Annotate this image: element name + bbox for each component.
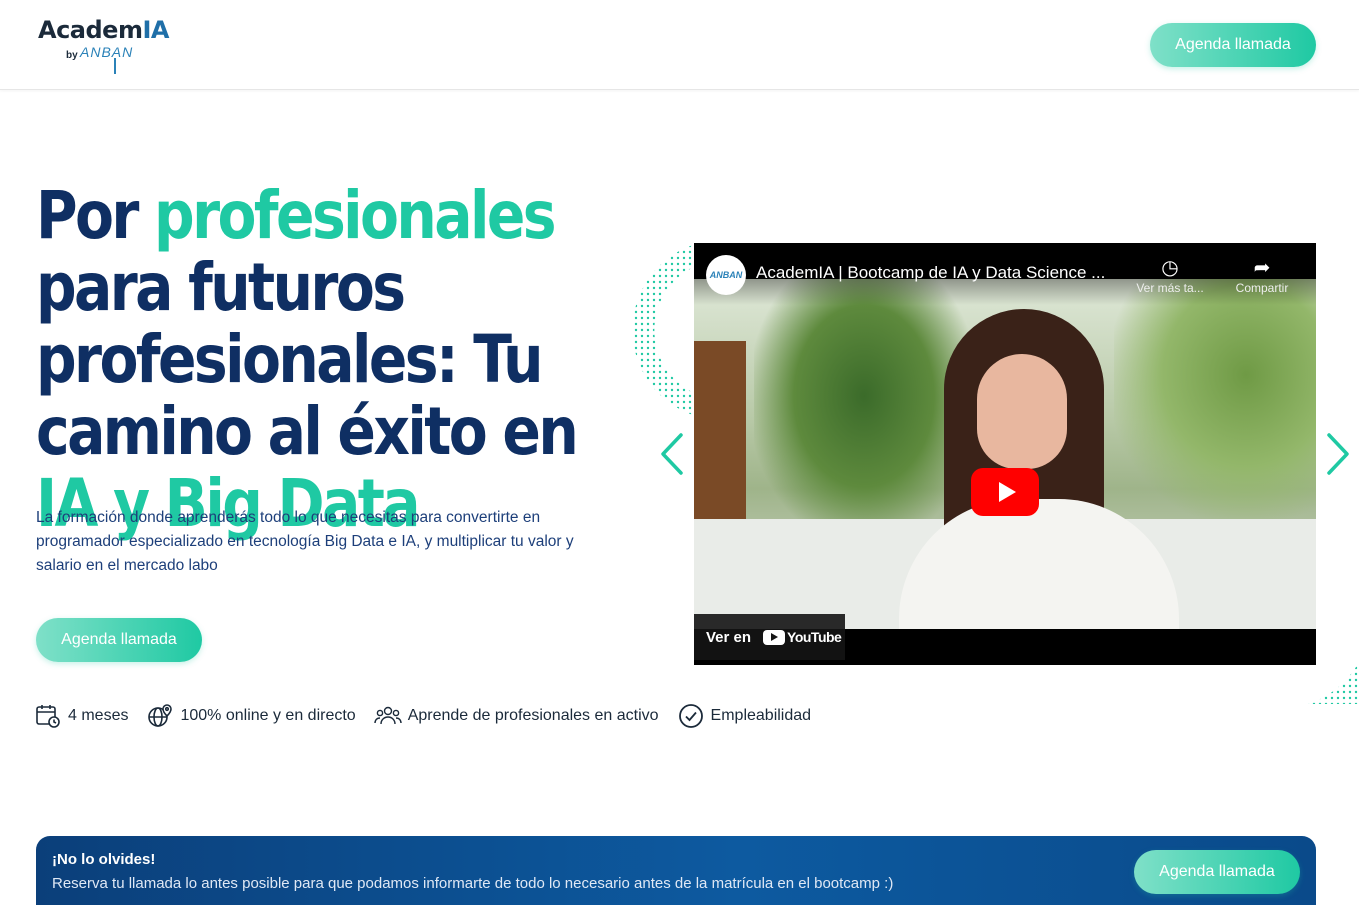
feature-label: 100% online y en directo [180,707,356,724]
feature-professionals: Aprende de profesionales en activo [374,702,659,730]
calendar-clock-icon [34,702,62,730]
feature-duration: 4 meses [34,702,128,730]
thumbnail-tree [754,279,974,539]
thumbnail-door [694,341,746,521]
hero-agenda-llamada-button[interactable]: Agenda llamada [36,618,202,662]
header-agenda-llamada-button[interactable]: Agenda llamada [1150,23,1316,67]
banner-title: ¡No lo olvides! [52,851,156,868]
channel-avatar[interactable]: ANBAN [706,255,746,295]
watch-on-label: Ver en [706,628,752,646]
watch-on-youtube-button[interactable]: Ver en YouTube [694,614,845,660]
academia-logo[interactable]: AcademIA by ANBAN [36,14,176,76]
watch-later-button[interactable]: ◷ Ver más ta... [1130,257,1210,295]
logo-anban: ANBAN [80,44,134,60]
globe-pin-icon [146,702,174,730]
feature-label: Empleabilidad [710,707,812,724]
banner-text: Reserva tu llamada lo antes posible para… [52,875,894,892]
logo-wordmark: AcademIA [38,16,169,44]
feature-label: Aprende de profesionales en activo [407,707,659,724]
features-list: 4 meses 100% online y en directo Aprende… [34,700,829,732]
video-thumbnail[interactable] [694,279,1316,629]
youtube-video-embed[interactable]: ANBAN AcademIA | Bootcamp de IA y Data S… [694,243,1316,665]
thumbnail-person-face [977,354,1067,469]
feature-label: 4 meses [68,707,129,724]
share-arrow-icon: ➦ [1253,257,1271,279]
watch-later-label: Ver más ta... [1136,281,1204,295]
carousel-next-button[interactable] [1318,426,1358,482]
clock-icon: ◷ [1161,257,1179,279]
chevron-right-icon [1327,433,1349,475]
logo-by: by [66,50,78,61]
banner-agenda-llamada-button[interactable]: Agenda llamada [1134,850,1300,894]
youtube-play-button[interactable] [971,468,1039,516]
people-group-icon [374,702,402,730]
youtube-play-icon [763,629,786,645]
youtube-logo: YouTube [763,629,842,645]
reminder-banner: ¡No lo olvides! Reserva tu llamada lo an… [36,836,1316,905]
share-button[interactable]: ➦ Compartir [1222,257,1302,295]
share-label: Compartir [1235,281,1289,295]
site-header: AcademIA by ANBAN Agenda llamada [0,0,1359,90]
hero-description: La formación donde aprenderás todo lo qu… [36,509,574,574]
thumbnail-foliage [1114,279,1316,519]
hero-title: Por profesionales para futuros profesion… [36,177,579,542]
feature-online: 100% online y en directo [146,702,356,730]
logo-circuit-line [114,58,116,74]
chevron-left-icon [661,433,683,475]
video-title[interactable]: AcademIA | Bootcamp de IA y Data Science… [756,263,1116,283]
check-circle-icon [677,702,705,730]
feature-employability: Empleabilidad [677,702,812,730]
carousel-prev-button[interactable] [652,426,692,482]
play-icon [998,482,1016,502]
decorative-dots-left [632,244,696,416]
youtube-wordmark: YouTube [787,629,842,645]
